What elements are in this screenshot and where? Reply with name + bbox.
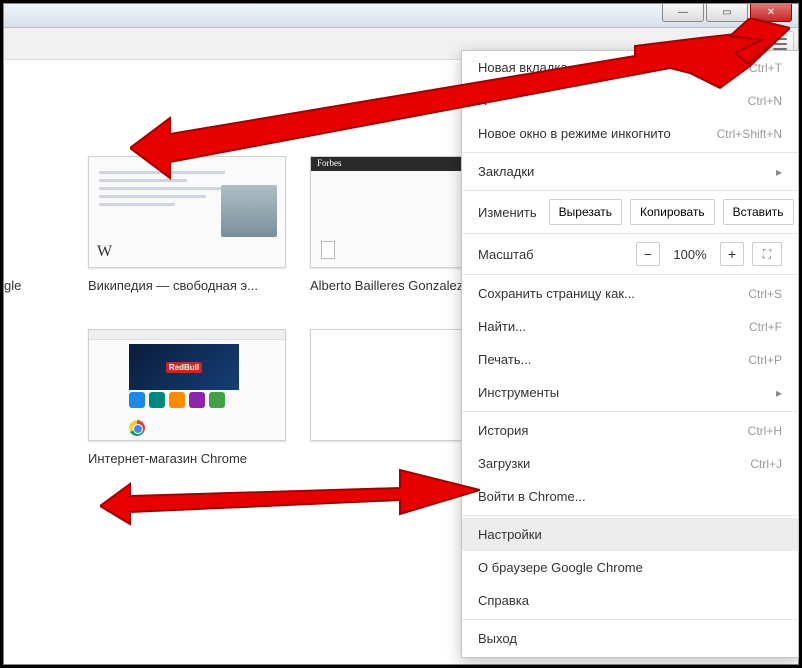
menu-item-history[interactable]: История Ctrl+H <box>462 414 798 447</box>
window-close-button[interactable]: ✕ <box>750 4 792 22</box>
tile-label: Интернет-магазин Chrome <box>88 451 286 466</box>
menu-separator <box>462 515 798 516</box>
window-minimize-button[interactable]: — <box>662 4 704 22</box>
edit-copy-button[interactable]: Копировать <box>630 199 715 225</box>
menu-item-new-tab[interactable]: Новая вкладка Ctrl+T <box>462 51 798 84</box>
menu-item-label: Инструменты <box>478 385 559 400</box>
menu-item-shortcut: Ctrl+H <box>748 424 782 438</box>
menu-item-label: Справка <box>478 593 529 608</box>
tile-label: Википедия — свободная э... <box>88 278 286 293</box>
menu-item-tools[interactable]: Инструменты ▸ <box>462 376 798 409</box>
menu-item-print[interactable]: Печать... Ctrl+P <box>462 343 798 376</box>
menu-separator <box>462 190 798 191</box>
menu-item-shortcut: Ctrl+Shift+N <box>717 127 782 141</box>
menu-item-settings[interactable]: Настройки <box>462 518 798 551</box>
menu-separator <box>462 411 798 412</box>
tile-thumbnail: RedBull <box>88 329 286 441</box>
menu-separator <box>462 274 798 275</box>
menu-item-label: Настройки <box>478 527 542 542</box>
menu-item-save-as[interactable]: Сохранить страницу как... Ctrl+S <box>462 277 798 310</box>
menu-item-signin[interactable]: Войти в Chrome... <box>462 480 798 513</box>
menu-item-label: Н <box>478 93 487 108</box>
menu-item-shortcut: Ctrl+J <box>750 457 782 471</box>
menu-zoom-row: Масштаб − 100% + ⛶ <box>462 236 798 272</box>
menu-item-label: Войти в Chrome... <box>478 489 586 504</box>
menu-item-label: О браузере Google Chrome <box>478 560 643 575</box>
tile-thumbnail: W <box>88 156 286 268</box>
menu-item-shortcut: Ctrl+F <box>749 320 782 334</box>
fullscreen-button[interactable]: ⛶ <box>752 242 782 266</box>
submenu-arrow-icon: ▸ <box>776 165 782 179</box>
menu-item-bookmarks[interactable]: Закладки ▸ <box>462 155 798 188</box>
menu-item-shortcut: Ctrl+T <box>749 61 782 75</box>
window-titlebar: — ▭ ✕ <box>4 4 798 28</box>
menu-item-downloads[interactable]: Загрузки Ctrl+J <box>462 447 798 480</box>
most-visited-tile[interactable]: gle <box>4 156 64 293</box>
menu-item-about[interactable]: О браузере Google Chrome <box>462 551 798 584</box>
menu-separator <box>462 619 798 620</box>
zoom-value: 100% <box>668 247 712 262</box>
menu-item-exit[interactable]: Выход <box>462 622 798 655</box>
zoom-out-button[interactable]: − <box>636 242 660 266</box>
menu-item-shortcut: Ctrl+S <box>748 287 782 301</box>
menu-separator <box>462 152 798 153</box>
menu-item-label: Печать... <box>478 352 531 367</box>
menu-item-help[interactable]: Справка <box>462 584 798 617</box>
window-maximize-button[interactable]: ▭ <box>706 4 748 22</box>
zoom-in-button[interactable]: + <box>720 242 744 266</box>
menu-item-label: Масштаб <box>478 247 628 262</box>
menu-separator <box>462 233 798 234</box>
tile-label: gle <box>4 278 64 293</box>
edit-cut-button[interactable]: Вырезать <box>549 199 622 225</box>
most-visited-tile[interactable]: W Википедия — свободная э... <box>88 156 286 293</box>
menu-item-label: Изменить <box>478 205 537 220</box>
menu-item-label: Новая вкладка <box>478 60 568 75</box>
most-visited-tile[interactable] <box>4 329 64 466</box>
menu-item-new-window[interactable]: Н Ctrl+N <box>462 84 798 117</box>
menu-item-incognito[interactable]: Новое окно в режиме инкогнито Ctrl+Shift… <box>462 117 798 150</box>
menu-item-label: Найти... <box>478 319 526 334</box>
submenu-arrow-icon: ▸ <box>776 386 782 400</box>
menu-item-shortcut: Ctrl+N <box>748 94 782 108</box>
menu-item-find[interactable]: Найти... Ctrl+F <box>462 310 798 343</box>
menu-item-label: История <box>478 423 528 438</box>
menu-edit-row: Изменить Вырезать Копировать Вставить <box>462 193 798 231</box>
chrome-main-menu: Новая вкладка Ctrl+T Н Ctrl+N Новое окно… <box>461 50 799 658</box>
menu-item-label: Закладки <box>478 164 534 179</box>
menu-item-label: Сохранить страницу как... <box>478 286 635 301</box>
menu-item-label: Загрузки <box>478 456 530 471</box>
menu-item-shortcut: Ctrl+P <box>748 353 782 367</box>
menu-item-label: Новое окно в режиме инкогнито <box>478 126 671 141</box>
menu-item-label: Выход <box>478 631 517 646</box>
edit-paste-button[interactable]: Вставить <box>723 199 794 225</box>
most-visited-tile[interactable]: RedBull Интернет-магазин Chrome <box>88 329 286 466</box>
